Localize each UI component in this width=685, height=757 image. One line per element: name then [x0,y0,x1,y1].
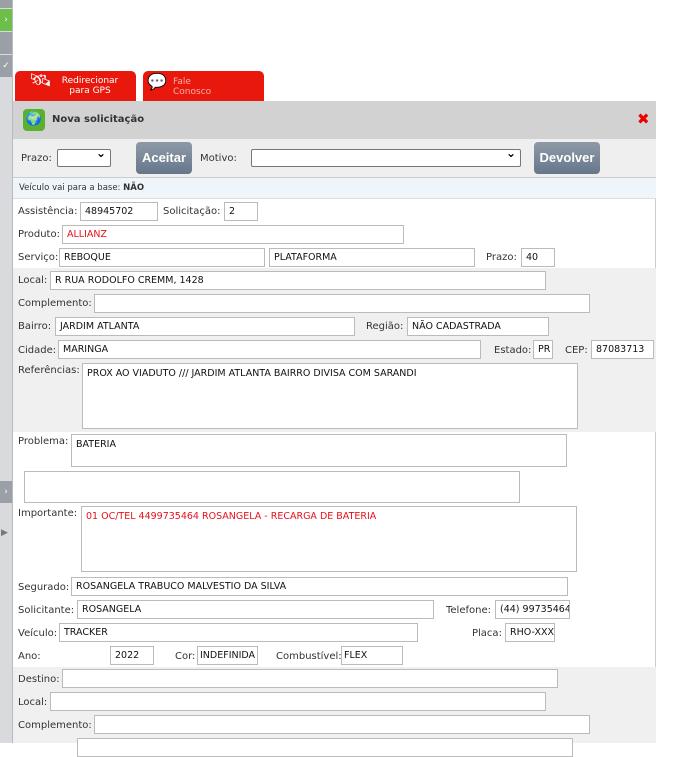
destino-local-label: Local: [18,697,48,708]
prazo-label: Prazo: [21,153,52,164]
destino-complemento-label: Complemento: [18,720,92,731]
regiao-field[interactable]: NÃO CADASTRADA [407,317,549,336]
cor-label: Cor: [175,651,196,662]
panel-title: Nova solicitação [52,114,145,125]
base-info: Veículo vai para a base: NÃO [13,178,656,199]
toolbar: Prazo: Aceitar Motivo: Devolver [13,139,656,178]
combustivel-label: Combustível: [276,651,342,662]
local-label: Local: [18,275,48,286]
importante-label: Importante: [18,508,78,519]
placa-field[interactable]: RHO-XXXX [505,623,555,642]
solicitacao-field[interactable]: 2 [224,202,258,221]
problema-extra-field[interactable] [24,471,520,503]
complemento-label: Complemento: [18,298,92,309]
ano-label: Ano: [18,651,41,662]
local-field[interactable]: R RUA RODOLFO CREMM, 1428 [50,271,546,290]
problema-label: Problema: [18,436,69,447]
left-sidebar [0,0,13,743]
bairro-label: Bairro: [18,321,52,332]
assistencia-field[interactable]: 48945702 [80,202,158,221]
referencias-label: Referências: [18,365,80,376]
base-info-value: NÃO [123,183,145,193]
sidebar-expand-icon[interactable]: › [0,9,12,31]
telefone-field[interactable]: (44) 99735464 [495,600,570,619]
segurado-field[interactable]: ROSANGELA TRABUCO MALVESTIO DA SILVA [71,577,568,596]
solicitante-field[interactable]: ROSANGELA [77,600,434,619]
next-field[interactable] [77,738,573,757]
combustivel-field[interactable]: FLEX [341,646,403,665]
assistencia-label: Assistência: [18,206,78,217]
return-button[interactable]: Devolver [534,142,600,174]
sidebar-button[interactable] [0,32,12,54]
bairro-field[interactable]: JARDIM ATLANTA [55,317,355,336]
destino-complemento-field[interactable] [94,715,590,734]
destino-label: Destino: [18,674,60,685]
tab-gps[interactable]: 🛰 Redirecionar para GPS [15,71,136,101]
accept-button[interactable]: Aceitar [136,142,192,174]
cidade-field[interactable]: MARINGA [58,340,481,359]
produto-label: Produto: [18,229,60,240]
play-icon[interactable]: ▶ [1,528,8,538]
estado-label: Estado: [494,345,532,356]
problema-field[interactable]: BATERIA [71,434,567,467]
sidebar-expand-icon[interactable]: › [0,481,12,503]
destino-field[interactable] [62,669,558,688]
base-info-label: Veículo vai para a base: [19,183,121,193]
segurado-label: Segurado: [18,582,70,593]
servico-label: Serviço: [18,252,59,263]
motivo-label: Motivo: [200,153,237,164]
veiculo-label: Veículo: [18,628,58,639]
chat-icon: 💬 [147,72,167,91]
destino-local-field[interactable] [50,692,546,711]
servico-field[interactable]: REBOQUE [59,248,265,267]
solicitante-label: Solicitante: [18,605,75,616]
sidebar-button[interactable] [0,0,12,8]
prazo-field[interactable]: 40 [521,248,555,267]
map-icon: 🌍 [23,109,45,131]
estado-field[interactable]: PR [533,340,553,359]
tab-gps-label: Redirecionar para GPS [61,76,119,96]
close-icon[interactable]: ✖ [637,110,650,128]
check-icon[interactable]: ✓ [0,55,12,77]
ano-field[interactable]: 2022 [110,646,154,665]
produto-field[interactable]: ALLIANZ [62,225,404,244]
solicitacao-label: Solicitação: [163,206,221,217]
complemento-field[interactable] [94,294,590,313]
regiao-label: Região: [366,321,404,332]
satellite-icon: 🛰 [29,70,52,91]
telefone-label: Telefone: [446,605,491,616]
importante-field[interactable]: 01 OC/TEL 4499735464 ROSANGELA - RECARGA… [81,506,577,572]
panel-header: 🌍 Nova solicitação ✖ [13,101,656,139]
cep-field[interactable]: 87083713 [591,340,654,359]
prazo-select[interactable] [57,146,111,167]
tab-contact-label: Fale Conosco [173,77,212,97]
cep-label: CEP: [565,345,588,356]
veiculo-field[interactable]: TRACKER [59,623,418,642]
cor-field[interactable]: INDEFINIDA [197,646,258,665]
motivo-select[interactable] [251,146,521,167]
cidade-label: Cidade: [18,345,57,356]
tab-contact[interactable]: 💬 Fale Conosco [143,71,264,101]
placa-label: Placa: [472,628,502,639]
servico-type-field[interactable]: PLATAFORMA [269,248,475,267]
referencias-field[interactable]: PROX AO VIADUTO /// JARDIM ATLANTA BAIRR… [82,363,578,429]
prazo-form-label: Prazo: [486,252,517,263]
